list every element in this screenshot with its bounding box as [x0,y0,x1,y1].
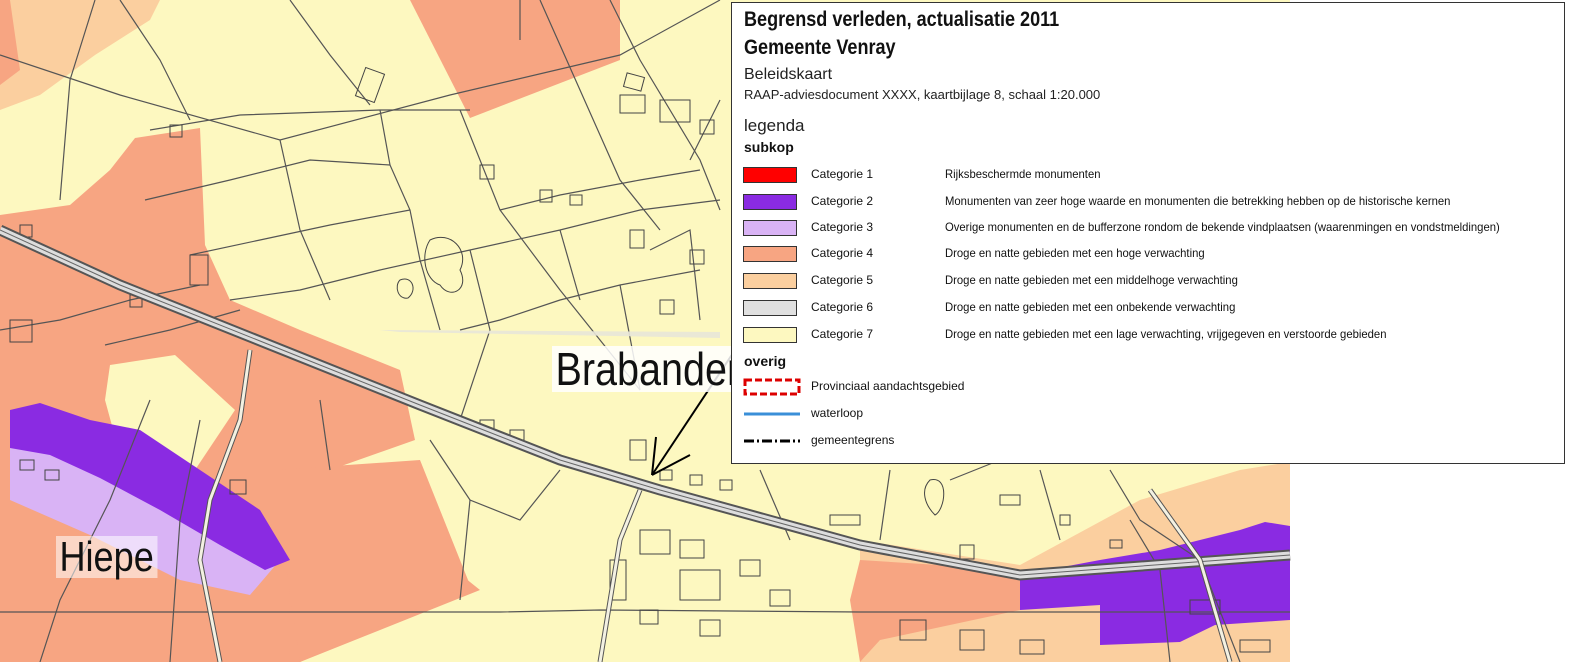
legend-row-category-2: Categorie 2 Monumenten van zeer hoge waa… [742,193,1552,211]
place-label-brabander: Brabander [552,346,744,392]
legend-category-label: Categorie 4 [811,246,874,260]
legend-section-subkop: subkop [744,139,794,155]
legend-row-provinciaal-aandachtsgebied: Provinciaal aandachtsgebied [742,378,1552,396]
legend-category-label: Categorie 7 [811,327,874,341]
legend-item-label: gemeentegrens [811,433,895,447]
legend-item-label: waterloop [811,406,864,420]
legend-category-description: Rijksbeschermde monumenten [945,167,1101,181]
legend-swatch [743,273,797,289]
legend-category-description: Droge en natte gebieden met een hoge ver… [945,246,1205,260]
legend-swatch [743,167,797,183]
legend-document-reference: RAAP-adviesdocument XXXX, kaartbijlage 8… [744,87,1101,102]
legend-row-category-7: Categorie 7 Droge en natte gebieden met … [742,326,1552,344]
legend-category-description: Droge en natte gebieden met een lage ver… [945,327,1387,341]
place-label-hiepe: Hiepe [56,536,158,578]
legend-swatch [743,220,797,236]
legend-category-description: Droge en natte gebieden met een middelho… [945,273,1238,287]
legend-municipality: Gemeente Venray [744,36,896,59]
legend-row-category-4: Categorie 4 Droge en natte gebieden met … [742,245,1552,263]
legend-row-category-1: Categorie 1 Rijksbeschermde monumenten [742,166,1552,184]
legend-category-label: Categorie 2 [811,194,874,208]
legend-category-description: Droge en natte gebieden met een onbekend… [945,300,1236,314]
legend-category-label: Categorie 6 [811,300,874,314]
legend-title: Begrensd verleden, actualisatie 2011 [744,8,1060,31]
legend-map-type: Beleidskaart [744,66,833,83]
legend-swatch [743,246,797,262]
legend-category-description: Overige monumenten en de bufferzone rond… [945,220,1500,234]
legend-item-label: Provinciaal aandachtsgebied [811,379,965,393]
legend-row-category-3: Categorie 3 Overige monumenten en de buf… [742,219,1552,237]
red-dashed-outline-icon [743,378,801,396]
map-legend-panel: Begrensd verleden, actualisatie 2011 Gem… [731,2,1565,464]
legend-row-gemeentegrens: gemeentegrens [742,432,1552,450]
legend-category-label: Categorie 1 [811,167,874,181]
legend-category-label: Categorie 5 [811,273,874,287]
legend-swatch [743,327,797,343]
legend-category-label: Categorie 3 [811,220,874,234]
dash-dot-boundary-line-icon [744,439,800,443]
legend-row-category-6: Categorie 6 Droge en natte gebieden met … [742,299,1552,317]
legend-row-waterloop: waterloop [742,405,1552,423]
blue-waterway-line-icon [744,412,800,416]
legend-heading: legenda [744,116,805,135]
legend-section-overig: overig [744,353,787,369]
legend-category-description: Monumenten van zeer hoge waarde en monum… [945,194,1451,208]
legend-swatch [743,194,797,210]
legend-row-category-5: Categorie 5 Droge en natte gebieden met … [742,272,1552,290]
legend-swatch [743,300,797,316]
